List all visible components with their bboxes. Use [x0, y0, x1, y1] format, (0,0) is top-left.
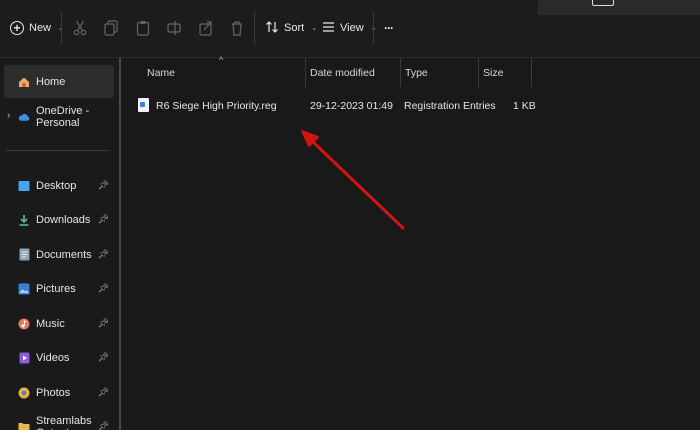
- annotation-arrow: [301, 130, 405, 230]
